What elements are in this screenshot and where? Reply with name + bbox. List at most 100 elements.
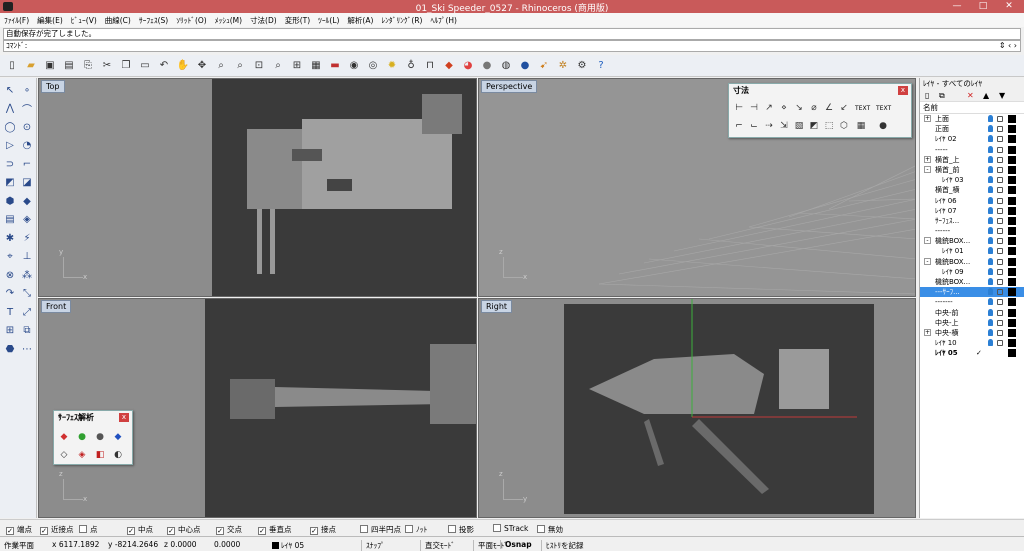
layer-row[interactable]: ﾚｲﾔ 02 xyxy=(920,134,1024,144)
menu-mesh[interactable]: ﾒｯｼｭ(M) xyxy=(215,15,242,26)
layer-expander-icon[interactable]: - xyxy=(924,165,931,173)
text-dot-button[interactable]: TEXT xyxy=(876,105,891,112)
osnap-option[interactable]: ✓ 近接点 xyxy=(40,524,74,535)
layer-visibility-bulb-icon[interactable] xyxy=(988,216,993,224)
options-icon[interactable]: ⚙ xyxy=(574,58,590,74)
layers-panel-title[interactable]: ﾚｲﾔ - すべてのﾚｲﾔ xyxy=(920,78,1024,90)
layer-row[interactable]: ﾚｲﾔ 10 xyxy=(920,338,1024,348)
layer-lock-icon[interactable] xyxy=(997,136,1003,143)
grid-icon[interactable]: ▦ xyxy=(308,58,324,74)
ordinate-dimension-icon[interactable]: ⋄ xyxy=(778,102,790,114)
layer-lock-icon[interactable] xyxy=(997,319,1003,326)
fillet-icon[interactable]: ⊃ xyxy=(2,156,18,172)
rotate-view-icon[interactable]: ✥ xyxy=(194,58,210,74)
new-file-icon[interactable]: ▯ xyxy=(4,58,20,74)
hatch-icon[interactable]: ▧ xyxy=(793,120,805,132)
block-icon[interactable]: ⬣ xyxy=(2,341,18,357)
layer-lock-icon[interactable] xyxy=(997,116,1003,122)
layer-lock-icon[interactable] xyxy=(997,187,1003,194)
dimension-panel-title[interactable]: 寸法 xyxy=(729,84,911,97)
dimension-icon[interactable]: ⋯ xyxy=(19,341,35,357)
menu-analyze[interactable]: 解析(A) xyxy=(347,15,373,26)
delete-layer-icon[interactable]: ✕ xyxy=(967,91,974,100)
maximize-button[interactable]: □ xyxy=(970,0,996,13)
layer-lock-icon[interactable] xyxy=(997,217,1003,224)
layer-visibility-bulb-icon[interactable] xyxy=(988,318,993,326)
layer-lock-icon[interactable] xyxy=(997,177,1003,184)
zebra-analysis-icon[interactable]: ● xyxy=(76,431,88,443)
menu-tools[interactable]: ﾂｰﾙ(L) xyxy=(318,15,339,26)
layer-visibility-bulb-icon[interactable] xyxy=(988,237,993,245)
layer-visibility-bulb-icon[interactable] xyxy=(988,155,993,163)
paste-icon[interactable]: ▭ xyxy=(137,58,153,74)
analysis-off-icon[interactable]: ◐ xyxy=(112,449,124,461)
menu-dimension[interactable]: 寸法(D) xyxy=(250,15,277,26)
layer-lock-icon[interactable] xyxy=(997,340,1003,347)
move-layer-down-icon[interactable]: ▼ xyxy=(999,91,1005,100)
solid-icon[interactable]: ◆ xyxy=(19,193,35,209)
layer-lock-icon[interactable] xyxy=(997,268,1003,275)
osnap-checkbox[interactable]: ✓ xyxy=(258,527,266,535)
layer-row[interactable]: 中央-前 xyxy=(920,308,1024,318)
boolean-icon[interactable]: ✱ xyxy=(2,230,18,246)
osnap-checkbox[interactable] xyxy=(537,525,545,533)
osnap-option[interactable]: ✓ 交点 xyxy=(216,524,242,535)
leader-icon[interactable]: ↙ xyxy=(838,102,850,114)
group-icon[interactable]: ⁂ xyxy=(19,267,35,283)
pan-hand-icon[interactable]: ✋ xyxy=(175,58,191,74)
layer-lock-icon[interactable] xyxy=(997,207,1003,214)
scale-icon[interactable]: ⤡ xyxy=(19,285,35,301)
command-input[interactable]: ｺﾏﾝﾄﾞ: ⇕ ‹ › xyxy=(3,40,1021,52)
trim-icon[interactable]: ⊥ xyxy=(19,248,35,264)
camera-icon[interactable]: ◎ xyxy=(365,58,381,74)
car-icon[interactable]: ▬ xyxy=(327,58,343,74)
osnap-option[interactable]: 点 xyxy=(79,524,98,535)
viewport-right[interactable]: Right zy xyxy=(478,298,916,518)
layer-color-swatch[interactable] xyxy=(1008,237,1016,246)
status-osnap[interactable]: Osnap xyxy=(500,540,532,549)
move-layer-up-icon[interactable]: ▲ xyxy=(983,91,989,100)
polygon-icon[interactable]: ▷ xyxy=(2,137,18,153)
dimension-panel-close-button[interactable]: x xyxy=(898,86,908,95)
arc-icon[interactable]: ◔ xyxy=(19,137,35,153)
angle-dimension-icon[interactable]: ∠ xyxy=(823,102,835,114)
layer-row[interactable]: 正面 xyxy=(920,124,1024,134)
osnap-option[interactable]: 無効 xyxy=(537,524,563,535)
dimension-grid-icon[interactable]: ▦ xyxy=(855,120,867,132)
layer-row[interactable]: + 中央-横 xyxy=(920,328,1024,338)
dimension-dot-icon[interactable]: ● xyxy=(877,120,889,132)
layer-lock-icon[interactable] xyxy=(997,299,1003,306)
layer-color-swatch[interactable] xyxy=(1008,216,1016,225)
osnap-checkbox[interactable]: ✓ xyxy=(167,527,175,535)
layer-row[interactable]: ｻｰﾌｪｽ... xyxy=(920,216,1024,226)
viewport-label-perspective[interactable]: Perspective xyxy=(481,80,538,93)
layer-visibility-bulb-icon[interactable] xyxy=(988,247,993,255)
command-scroll-arrows[interactable]: ⇕ ‹ › xyxy=(999,41,1017,51)
layer-color-swatch[interactable] xyxy=(1008,339,1016,348)
pointer-icon[interactable]: ➹ xyxy=(536,58,552,74)
layer-lock-icon[interactable] xyxy=(997,146,1003,153)
color-wheel-icon[interactable]: ◕ xyxy=(460,58,476,74)
box-icon[interactable]: ⬢ xyxy=(2,193,18,209)
layer-color-swatch[interactable] xyxy=(1008,196,1016,205)
layer-lock-icon[interactable] xyxy=(997,329,1003,336)
layer-row[interactable]: ﾚｲﾔ 01 xyxy=(920,246,1024,256)
point-icon[interactable]: ∘ xyxy=(19,82,35,98)
ellipse-icon[interactable]: ⊙ xyxy=(19,119,35,135)
layer-visibility-bulb-icon[interactable] xyxy=(988,115,993,122)
osnap-option[interactable]: ✓ 垂直点 xyxy=(258,524,292,535)
print-icon[interactable]: ▤ xyxy=(61,58,77,74)
split-icon[interactable]: ⊗ xyxy=(2,267,18,283)
layer-visibility-bulb-icon[interactable] xyxy=(988,165,993,173)
layer-visibility-bulb-icon[interactable] xyxy=(988,257,993,265)
layer-color-swatch[interactable] xyxy=(1008,135,1016,144)
cut-icon[interactable]: ✂ xyxy=(99,58,115,74)
layer-visibility-bulb-icon[interactable] xyxy=(988,125,993,133)
dimension-edit-icon[interactable]: ⌙ xyxy=(748,120,760,132)
layer-lock-icon[interactable] xyxy=(997,309,1003,316)
layer-expander-icon[interactable]: + xyxy=(924,328,931,336)
layer-color-swatch[interactable] xyxy=(1008,267,1016,276)
menu-view[interactable]: ﾋﾞｭｰ(V) xyxy=(71,15,97,26)
lock-icon[interactable]: ⊓ xyxy=(422,58,438,74)
diameter-dimension-icon[interactable]: ⌀ xyxy=(808,102,820,114)
